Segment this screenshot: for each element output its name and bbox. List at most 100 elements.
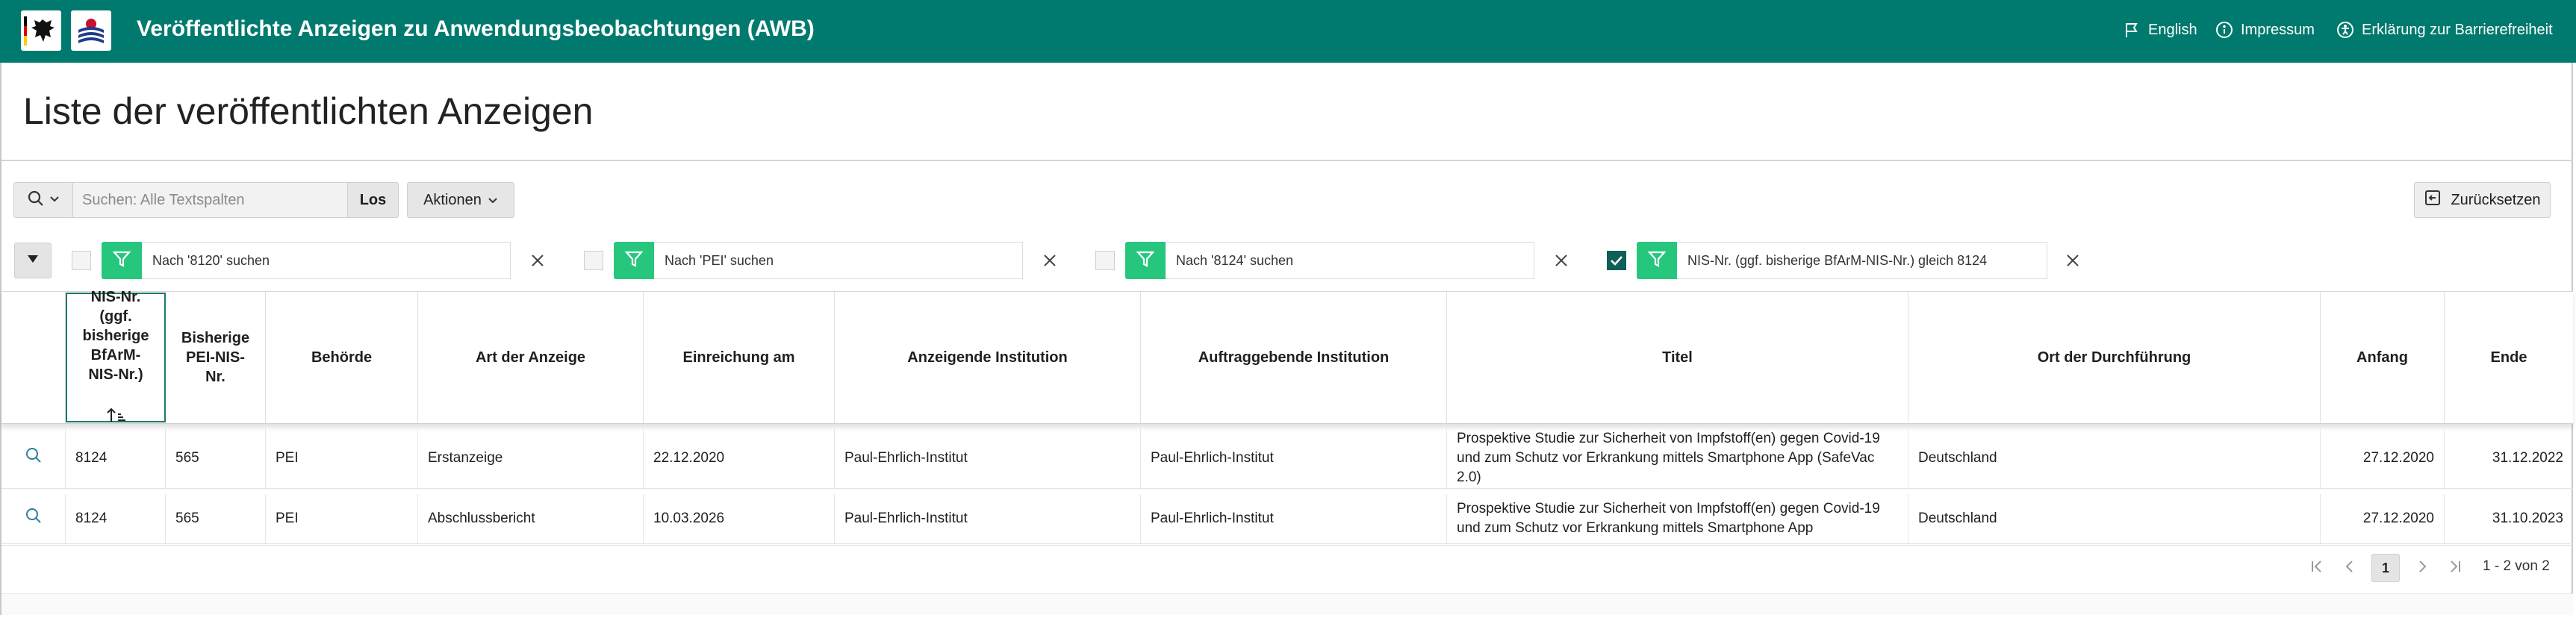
filter-enable-checkbox[interactable] [584, 251, 603, 270]
column-header-einreichung[interactable]: Einreichung am [644, 292, 835, 423]
next-page-button[interactable] [2408, 554, 2436, 582]
impressum-link-label: Impressum [2241, 21, 2315, 38]
page-title: Liste der veröffentlichten Anzeigen [23, 90, 594, 132]
table-row: 8124 565 PEI Abschlussbericht 10.03.2026… [1, 494, 2573, 544]
actions-label: Aktionen [423, 191, 482, 208]
cell-titel: Prospektive Studie zur Sicherheit von Im… [1447, 494, 1908, 543]
actions-menu-button[interactable]: Aktionen [407, 182, 514, 218]
funnel-icon [624, 249, 644, 272]
filter-button[interactable] [614, 242, 654, 279]
reset-button[interactable]: Zurücksetzen [2414, 182, 2551, 218]
column-header-label: NIS-Nr. (ggf. bisherige BfArM- NIS-Nr.) [82, 288, 149, 383]
app-title: Veröffentlichte Anzeigen zu Anwendungsbe… [137, 16, 815, 41]
filter-collapse-toggle[interactable] [14, 243, 52, 278]
column-header-ende[interactable]: Ende [2445, 292, 2573, 423]
filter-chip-2: Nach 'PEI' suchen [584, 242, 1069, 279]
filter-chip-1: Nach '8120' suchen [72, 242, 557, 279]
row-detail-link[interactable] [1, 494, 66, 543]
filter-label[interactable]: Nach 'PEI' suchen [654, 242, 1023, 279]
column-header-art[interactable]: Art der Anzeige [418, 292, 644, 423]
cell-anzeigende-institution: Paul-Ehrlich-Institut [835, 428, 1141, 488]
filter-label[interactable]: Nach '8124' suchen [1166, 242, 1534, 279]
filter-button[interactable] [102, 242, 142, 279]
funnel-icon [1136, 249, 1155, 272]
column-header-behoerde[interactable]: Behörde [266, 292, 418, 423]
chevron-down-icon [488, 192, 498, 209]
first-page-icon [2308, 558, 2326, 579]
reset-label: Zurücksetzen [2451, 191, 2541, 208]
column-header-pei-nis-nr[interactable]: Bisherige PEI-NIS- Nr. [166, 292, 266, 423]
search-icon [27, 190, 45, 211]
table-header: NIS-Nr. (ggf. bisherige BfArM- NIS-Nr.) … [1, 289, 2573, 424]
search-column-menu[interactable] [13, 182, 73, 218]
funnel-icon [112, 249, 131, 272]
table-bottom-border [1, 545, 2573, 546]
column-header-anfang[interactable]: Anfang [2321, 292, 2445, 423]
impressum-link[interactable]: Impressum [2215, 21, 2315, 39]
chevron-down-icon [49, 193, 60, 207]
cell-titel: Prospektive Studie zur Sicherheit von Im… [1447, 428, 1908, 488]
column-header-action [1, 292, 66, 423]
accessibility-link[interactable]: Erklärung zur Barrierefreiheit [2336, 21, 2553, 39]
page-footer [1, 594, 2573, 615]
last-page-icon [2446, 558, 2464, 579]
info-icon [2215, 21, 2233, 39]
filter-enable-checkbox[interactable] [72, 251, 91, 270]
filter-remove-icon[interactable] [1552, 252, 1570, 269]
cell-anfang: 27.12.2020 [2321, 428, 2445, 488]
cell-nis-nr: 8124 [66, 494, 166, 543]
chevron-left-icon [2341, 558, 2359, 579]
first-page-button[interactable] [2303, 554, 2331, 582]
cell-art: Erstanzeige [418, 428, 644, 488]
column-header-auftraggebende-institution[interactable]: Auftraggebende Institution [1141, 292, 1447, 423]
cell-anfang: 27.12.2020 [2321, 494, 2445, 543]
bfarm-logo[interactable] [71, 10, 111, 51]
cell-einreichung: 10.03.2026 [644, 494, 835, 543]
column-header-ort[interactable]: Ort der Durchführung [1908, 292, 2321, 423]
column-header-titel[interactable]: Titel [1447, 292, 1908, 423]
filter-remove-icon[interactable] [529, 252, 547, 269]
bundesadler-logo[interactable] [21, 10, 61, 51]
column-header-nis-nr[interactable]: NIS-Nr. (ggf. bisherige BfArM- NIS-Nr.) [66, 289, 166, 422]
filter-remove-icon[interactable] [1041, 252, 1059, 269]
reset-icon [2424, 189, 2442, 211]
filter-remove-icon[interactable] [2064, 252, 2082, 269]
row-detail-link[interactable] [1, 428, 66, 488]
filter-chip-3: Nach '8124' suchen [1095, 242, 1581, 279]
table-row: 8124 565 PEI Erstanzeige 22.12.2020 Paul… [1, 428, 2573, 489]
filter-label[interactable]: NIS-Nr. (ggf. bisherige BfArM-NIS-Nr.) g… [1677, 242, 2047, 279]
accessibility-icon [2336, 21, 2354, 39]
search-bar: Los [13, 182, 399, 218]
cell-ort: Deutschland [1908, 494, 2321, 543]
last-page-button[interactable] [2441, 554, 2469, 582]
chevron-right-icon [2413, 558, 2431, 579]
funnel-icon [1647, 249, 1667, 272]
app-header: Veröffentlichte Anzeigen zu Anwendungsbe… [0, 0, 2576, 63]
filter-label[interactable]: Nach '8120' suchen [142, 242, 511, 279]
magnifier-icon [25, 507, 43, 531]
cell-pei-nis-nr: 565 [166, 428, 266, 488]
filter-button[interactable] [1125, 242, 1166, 279]
english-link-label: English [2148, 21, 2197, 38]
current-page-indicator[interactable]: 1 [2371, 554, 2400, 582]
filter-button[interactable] [1637, 242, 1677, 279]
filter-enable-checkbox[interactable] [1095, 251, 1115, 270]
column-header-anzeigende-institution[interactable]: Anzeigende Institution [835, 292, 1141, 423]
cell-ende: 31.12.2022 [2492, 450, 2563, 466]
cell-behoerde: PEI [266, 428, 418, 488]
cell-auftraggebende-institution: Paul-Ehrlich-Institut [1141, 494, 1447, 543]
checkmark-icon [1608, 256, 1625, 272]
filter-enable-checkbox[interactable] [1607, 251, 1626, 270]
search-input[interactable] [73, 182, 348, 218]
cell-ort: Deutschland [1908, 428, 2321, 488]
cell-pei-nis-nr: 565 [166, 494, 266, 543]
cell-nis-nr: 8124 [66, 428, 166, 488]
previous-page-button[interactable] [2336, 554, 2364, 582]
english-link[interactable]: English [2123, 21, 2197, 39]
flag-icon [2123, 21, 2141, 39]
pagination-info: 1 - 2 von 2 [2483, 558, 2550, 574]
go-button[interactable]: Los [348, 182, 399, 218]
cell-art: Abschlussbericht [418, 494, 644, 543]
cell-anzeigende-institution: Paul-Ehrlich-Institut [835, 494, 1141, 543]
accessibility-link-label: Erklärung zur Barrierefreiheit [2362, 21, 2553, 38]
